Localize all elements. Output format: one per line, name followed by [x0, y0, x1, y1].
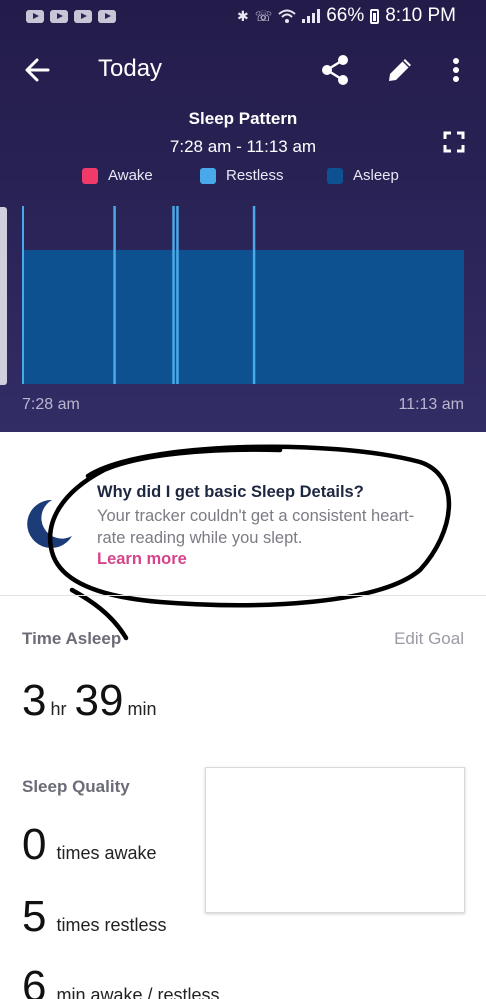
battery-percent: 66% [326, 5, 365, 26]
edit-goal-link[interactable]: Edit Goal [394, 629, 464, 649]
restless-text: times restless [56, 915, 167, 935]
asleep-segment [22, 250, 464, 384]
sleep-time-range: 7:28 am - 11:13 am [169, 137, 317, 156]
status-bar: ✱ ☏ 66% 8:10 PM [0, 0, 486, 34]
axis-end-label: 11:13 am [398, 396, 464, 413]
sleep-pattern-chart[interactable] [0, 200, 486, 390]
legend-swatch-awake [82, 167, 98, 184]
awake-restless-text: min awake / restless [56, 985, 220, 999]
restless-count: 5 [22, 892, 47, 941]
legend-swatch-restless [200, 167, 216, 184]
share-icon[interactable] [318, 53, 352, 87]
notice-body: Your tracker couldn't get a consistent h… [97, 507, 415, 547]
youtube-icon [74, 10, 92, 23]
clock: 8:10 PM [385, 5, 456, 26]
back-arrow-icon[interactable] [20, 52, 56, 88]
bluetooth-icon: ✱ [236, 7, 249, 24]
sleep-header: ✱ ☏ 66% 8:10 PM Today Sleep Pattern 7:28… [0, 0, 486, 432]
restless-marker [176, 206, 179, 384]
section-divider [0, 595, 486, 596]
app-bar: Today [0, 44, 486, 94]
awake-restless-minutes: 6 [22, 962, 47, 999]
sleep-quality-label: Sleep Quality [22, 777, 130, 796]
legend-label-restless: Restless [226, 167, 284, 184]
legend-label-awake: Awake [108, 167, 153, 184]
fullscreen-icon[interactable] [442, 130, 466, 154]
page-title: Today [98, 55, 163, 82]
minutes-value: 39 [74, 676, 124, 725]
awake-restless-minutes-row: 6 min awake / restless [22, 962, 220, 999]
legend-restless: Restless [200, 167, 284, 184]
legend-asleep: Asleep [327, 167, 399, 184]
pencil-icon[interactable] [383, 53, 417, 87]
sleep-pattern-title: Sleep Pattern [188, 109, 298, 128]
minutes-unit: min [127, 699, 157, 719]
restless-marker [172, 206, 175, 384]
restless-marker [113, 206, 116, 384]
legend-awake: Awake [82, 167, 153, 184]
youtube-icon [26, 10, 44, 23]
wifi-calling-icon: ☏ [254, 7, 273, 24]
chart-legend: Awake Restless Asleep [0, 167, 486, 189]
more-vertical-icon[interactable] [444, 53, 468, 87]
status-icons: ✱ ☏ 66% 8:10 PM [237, 5, 456, 27]
wifi-icon [278, 9, 296, 23]
notice-title: Why did I get basic Sleep Details? [97, 483, 364, 501]
awake-count-row: 0 times awake [22, 820, 157, 870]
battery-icon [370, 8, 380, 24]
youtube-icon [98, 10, 116, 23]
time-asleep-label: Time Asleep [22, 629, 122, 648]
awake-text: times awake [56, 843, 157, 863]
restless-count-row: 5 times restless [22, 892, 167, 942]
restless-marker-start [22, 206, 24, 384]
axis-start-label: 7:28 am [22, 396, 80, 413]
hours-value: 3 [22, 676, 47, 725]
signal-icon [302, 9, 321, 23]
time-asleep-value: 3 hr 39 min [22, 676, 156, 726]
notification-icons [26, 10, 116, 23]
moon-icon [27, 499, 72, 548]
youtube-icon [50, 10, 68, 23]
legend-swatch-asleep [327, 167, 343, 184]
legend-label-asleep: Asleep [353, 167, 399, 184]
awake-count: 0 [22, 820, 47, 869]
chart-scroll-handle[interactable] [0, 207, 7, 385]
restless-marker [252, 206, 256, 384]
sleep-quality-chart-placeholder [205, 767, 465, 913]
hours-unit: hr [50, 699, 67, 719]
learn-more-link[interactable]: Learn more [97, 550, 187, 569]
